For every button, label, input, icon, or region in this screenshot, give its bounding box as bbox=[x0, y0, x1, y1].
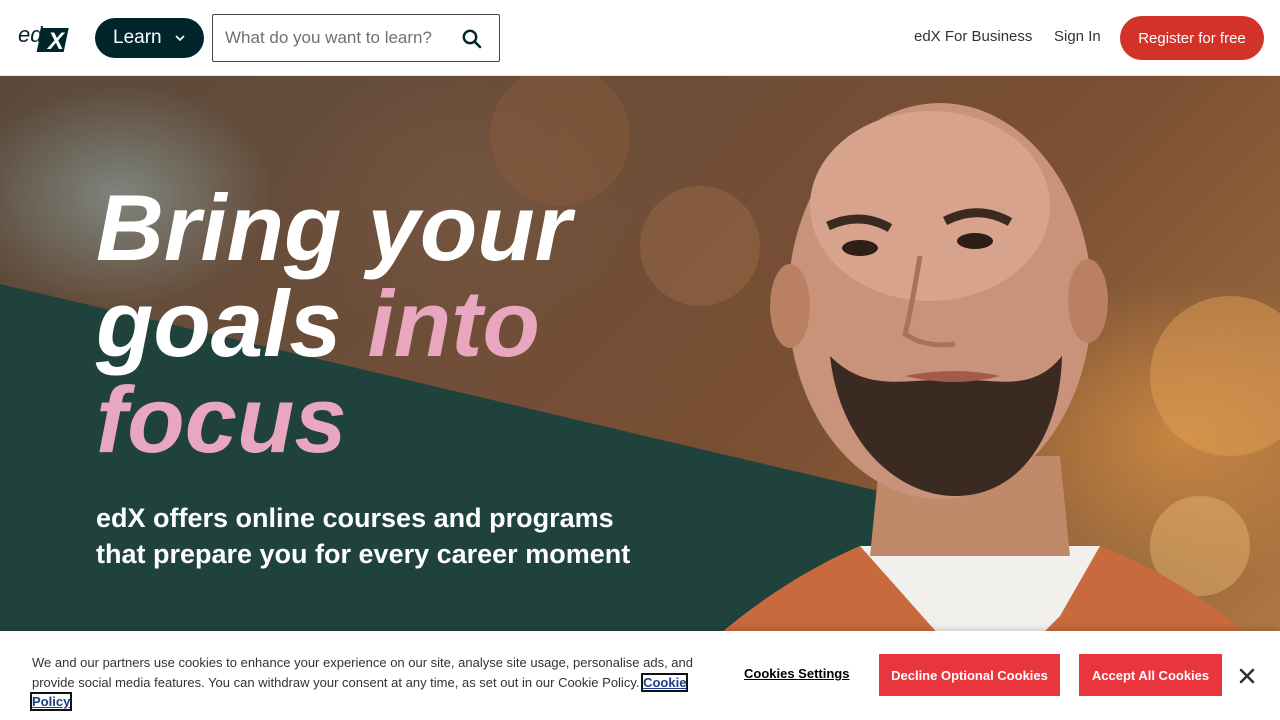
hero-title-line-3: focus bbox=[96, 367, 347, 472]
close-icon[interactable] bbox=[1238, 667, 1256, 685]
edx-logo[interactable]: ed X bbox=[16, 22, 72, 55]
cookie-text: We and our partners use cookies to enhan… bbox=[29, 653, 702, 712]
search-input[interactable] bbox=[225, 25, 455, 51]
hero-title-line-2: goals into bbox=[96, 276, 716, 372]
cookie-body-text: We and our partners use cookies to enhan… bbox=[32, 655, 694, 690]
chevron-down-icon bbox=[175, 35, 185, 42]
svg-text:X: X bbox=[46, 28, 66, 54]
decline-cookies-button[interactable]: Decline Optional Cookies bbox=[879, 654, 1060, 696]
cookie-banner: We and our partners use cookies to enhan… bbox=[0, 631, 1280, 720]
hero-subtitle: edX offers online courses and programs t… bbox=[96, 503, 631, 569]
sign-in-link[interactable]: Sign In bbox=[1054, 28, 1101, 45]
hero-title-accent: into bbox=[367, 271, 540, 376]
edx-for-business-link[interactable]: edX For Business bbox=[914, 28, 1032, 45]
search-icon[interactable] bbox=[461, 28, 483, 50]
learn-label: Learn bbox=[113, 27, 162, 48]
hero-section: Bring your goals into focus edX offers o… bbox=[0, 76, 1280, 720]
hero-title: Bring your goals into focus bbox=[96, 180, 716, 468]
learn-menu-button[interactable]: Learn bbox=[95, 18, 204, 58]
register-button[interactable]: Register for free bbox=[1120, 16, 1264, 60]
cookies-settings-button[interactable]: Cookies Settings bbox=[744, 666, 849, 681]
accept-cookies-button[interactable]: Accept All Cookies bbox=[1079, 654, 1222, 696]
hero-title-plain: goals bbox=[96, 271, 368, 376]
hero-title-line-1: Bring your bbox=[96, 175, 572, 280]
site-header: ed X Learn edX For Business Sign In Regi… bbox=[0, 0, 1280, 76]
search-box bbox=[212, 14, 500, 62]
